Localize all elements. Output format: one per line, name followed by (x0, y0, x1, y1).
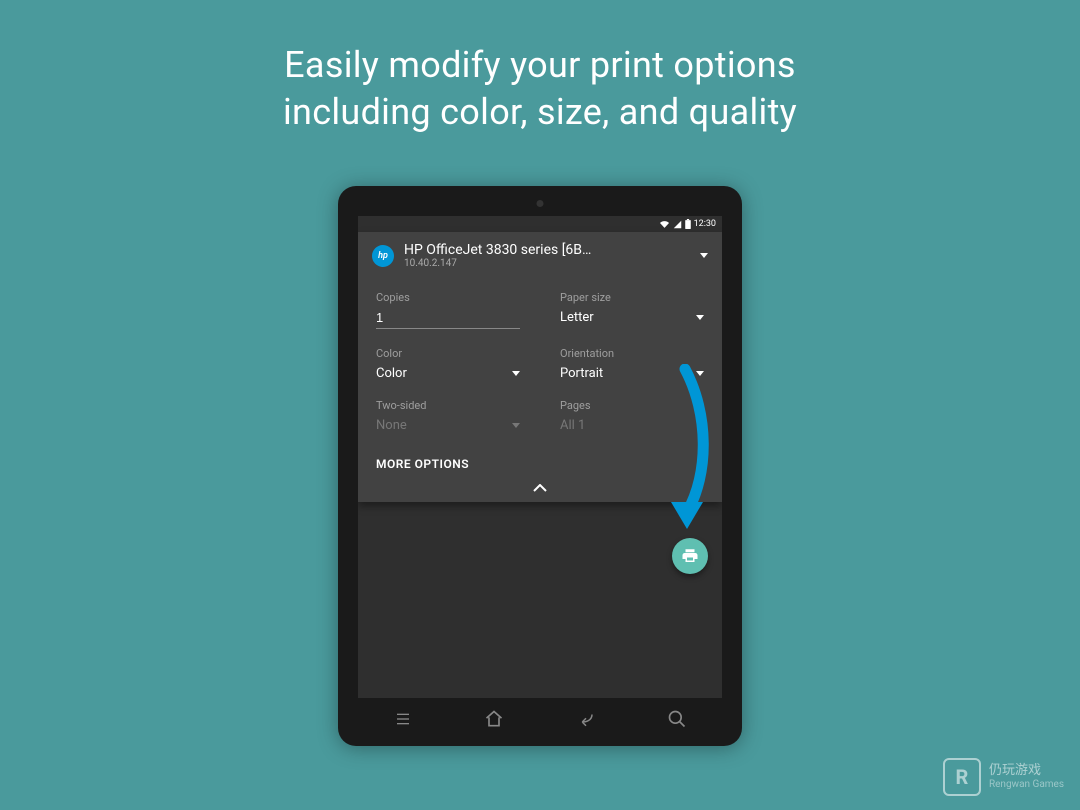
nav-menu-icon[interactable] (393, 711, 413, 727)
headline-line2: including color, size, and quality (283, 91, 797, 133)
document-page-frame (445, 542, 635, 660)
android-nav-bar (358, 702, 722, 736)
orientation-label: Orientation (560, 347, 704, 360)
color-label: Color (376, 347, 520, 360)
copies-label: Copies (376, 291, 520, 304)
chevron-down-icon (512, 371, 520, 376)
chevron-down-icon (512, 423, 520, 428)
watermark-title: 仍玩游戏 (989, 763, 1064, 779)
headline-line1: Easily modify your print options (284, 44, 796, 86)
option-copies: Copies (376, 291, 520, 329)
printer-selector[interactable]: hp HP OfficeJet 3830 series [6B… 10.40.2… (358, 232, 722, 279)
pages-label: Pages (560, 399, 704, 412)
nav-back-icon[interactable] (575, 710, 597, 728)
hp-logo-icon: hp (372, 245, 394, 267)
watermark-logo-icon: R (943, 758, 981, 796)
nav-home-icon[interactable] (483, 709, 505, 729)
two-sided-value: None (376, 418, 407, 433)
tablet-screen: 12:30 hp HP OfficeJet 3830 series [6B… 1… (358, 216, 722, 698)
option-two-sided[interactable]: Two-sided None (376, 399, 520, 433)
document-photo-preview (458, 523, 622, 613)
tablet-camera (537, 200, 544, 207)
orientation-value: Portrait (560, 366, 603, 381)
two-sided-label: Two-sided (376, 399, 520, 412)
print-fab-button[interactable] (672, 538, 708, 574)
chevron-down-icon (696, 371, 704, 376)
battery-icon (685, 219, 691, 229)
android-status-bar: 12:30 (358, 216, 722, 232)
color-value: Color (376, 366, 407, 381)
wifi-icon (659, 220, 670, 229)
chevron-down-icon (696, 315, 704, 320)
option-pages[interactable]: Pages All 1 (560, 399, 704, 433)
nav-search-icon[interactable] (667, 709, 687, 729)
status-time: 12:30 (694, 219, 716, 229)
paper-size-value: Letter (560, 310, 594, 325)
copies-input[interactable] (376, 310, 520, 329)
option-paper-size[interactable]: Paper size Letter (560, 291, 704, 329)
more-options-button[interactable]: MORE OPTIONS (358, 441, 722, 481)
printer-icon (681, 547, 699, 565)
print-options-panel: hp HP OfficeJet 3830 series [6B… 10.40.2… (358, 232, 722, 502)
watermark-subtitle: Rengwan Games (989, 779, 1064, 791)
option-orientation[interactable]: Orientation Portrait (560, 347, 704, 381)
signal-icon (673, 220, 682, 229)
option-color[interactable]: Color Color (376, 347, 520, 381)
printer-name: HP OfficeJet 3830 series [6B… (404, 242, 690, 258)
chevron-down-icon (700, 253, 708, 258)
promo-headline: Easily modify your print options includi… (0, 0, 1080, 136)
pages-value: All 1 (560, 418, 585, 433)
tablet-frame: 12:30 hp HP OfficeJet 3830 series [6B… 1… (338, 186, 742, 746)
watermark: R 仍玩游戏 Rengwan Games (943, 758, 1064, 796)
collapse-panel-button[interactable] (358, 481, 722, 502)
chevron-up-icon (533, 484, 547, 492)
printer-ip: 10.40.2.147 (404, 258, 690, 269)
paper-size-label: Paper size (560, 291, 704, 304)
